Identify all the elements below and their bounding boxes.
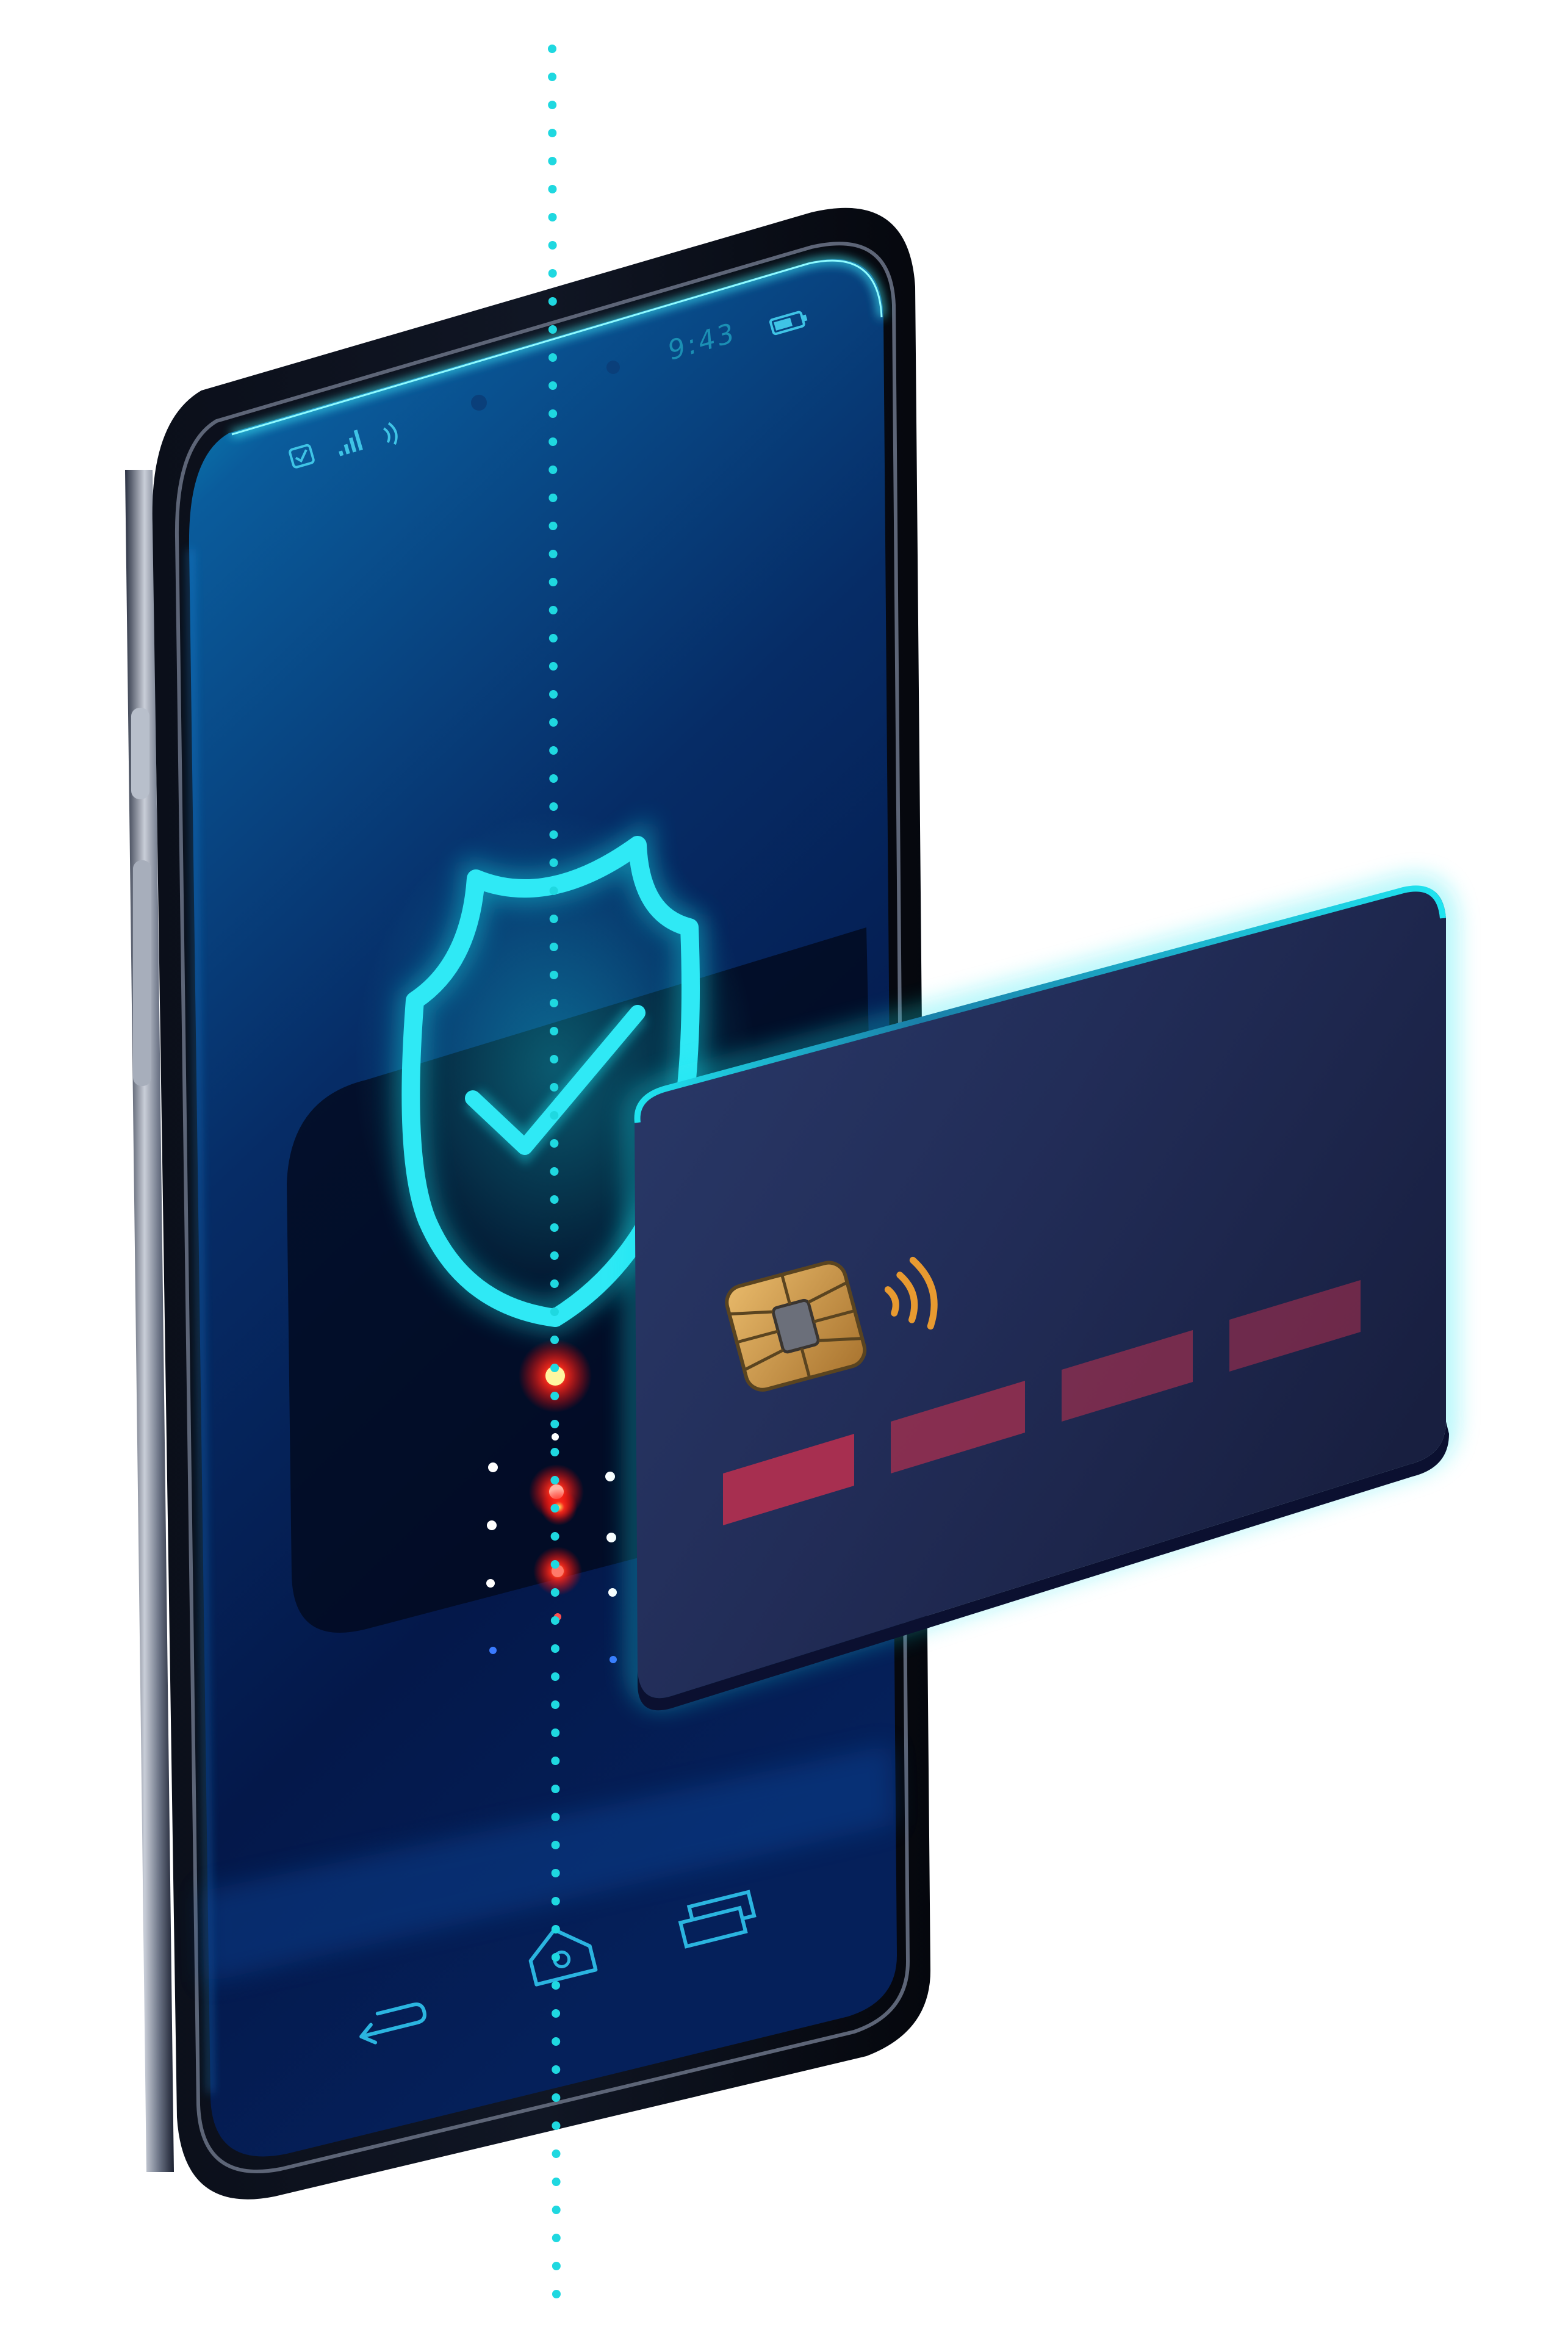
volume-up-button[interactable]	[131, 708, 149, 799]
volume-down-button[interactable]	[133, 860, 151, 1086]
front-camera	[471, 395, 487, 411]
front-sensor	[606, 361, 620, 374]
illustration-canvas: 9:43	[125, 45, 1454, 2311]
